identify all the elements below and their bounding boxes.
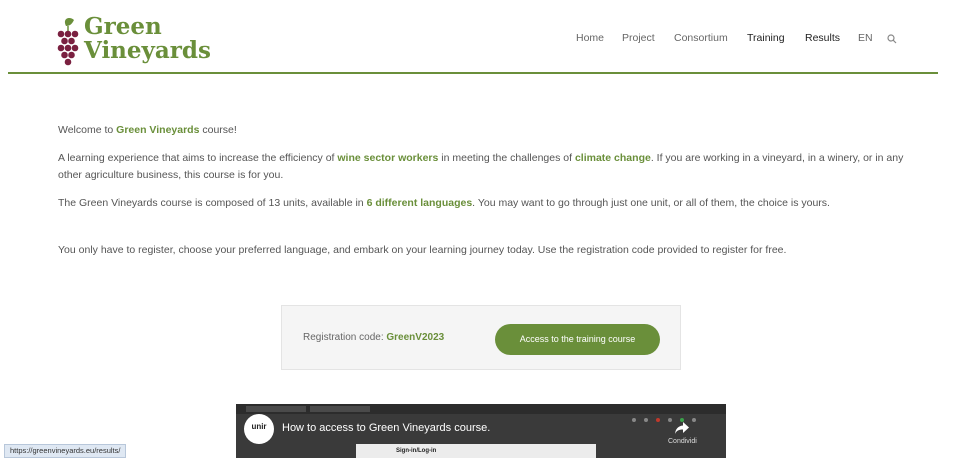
register-paragraph: You only have to register, choose your p… [58,244,787,256]
logo-text-vineyards: Vineyards [84,37,211,64]
intro-paragraph: A learning experience that aims to incre… [58,150,908,184]
registration-label: Registration code: GreenV2023 [303,332,444,343]
nav-item-training[interactable]: Training [747,32,785,44]
registration-code: GreenV2023 [386,332,445,343]
welcome-suffix: course! [199,124,237,136]
share-arrow-icon[interactable] [674,421,690,435]
highlight-wine-workers: wine sector workers [337,152,439,164]
channel-name: unir [251,422,267,431]
nav-item-consortium[interactable]: Consortium [674,32,728,44]
channel-avatar[interactable]: unir [244,414,274,444]
video-preview-text: Sign-in/Log-in [396,448,437,454]
registration-label-text: Registration code: [303,332,387,343]
registration-box: Registration code: GreenV2023 Access to … [281,305,681,370]
highlight-climate-change: climate change [574,152,651,164]
welcome-paragraph: Welcome to Green Vineyards course! [58,122,908,139]
grape-logo-icon [57,18,79,66]
units-paragraph: The Green Vineyards course is composed o… [58,195,908,212]
nav-item-language[interactable]: EN [858,32,873,44]
header-divider [8,72,938,74]
units-text-b: . You may want to go through just one un… [472,197,830,209]
video-tab-shape [246,406,306,412]
nav-item-home[interactable]: Home [576,32,604,44]
search-icon[interactable] [887,34,897,44]
welcome-highlight: Green Vineyards [116,124,200,136]
site-header: Green Vineyards Home Project Consortium … [0,0,954,74]
access-course-button[interactable]: Access to the training course [495,324,660,355]
highlight-languages: 6 different languages [366,197,473,209]
intro-text-a: A learning experience that aims to incre… [58,152,338,164]
video-browser-tabs [236,404,726,414]
video-toolbar-icons [632,418,696,422]
video-tab-shape [310,406,370,412]
site-logo[interactable]: Green Vineyards [56,10,226,70]
nav-item-results[interactable]: Results [805,32,840,44]
video-title[interactable]: How to access to Green Vineyards course. [282,422,490,434]
intro-text-b: in meeting the challenges of [438,152,575,164]
units-text-a: The Green Vineyards course is composed o… [58,197,367,209]
video-preview-page: Sign-in/Log-in [356,444,596,458]
nav-item-project[interactable]: Project [622,32,655,44]
video-embed[interactable]: Sign-in/Log-in unir How to access to Gre… [236,404,726,458]
status-bar-url: https://greenvineyards.eu/results/ [4,444,127,458]
share-label[interactable]: Condividi [668,438,697,445]
welcome-text: Welcome to [58,124,117,136]
